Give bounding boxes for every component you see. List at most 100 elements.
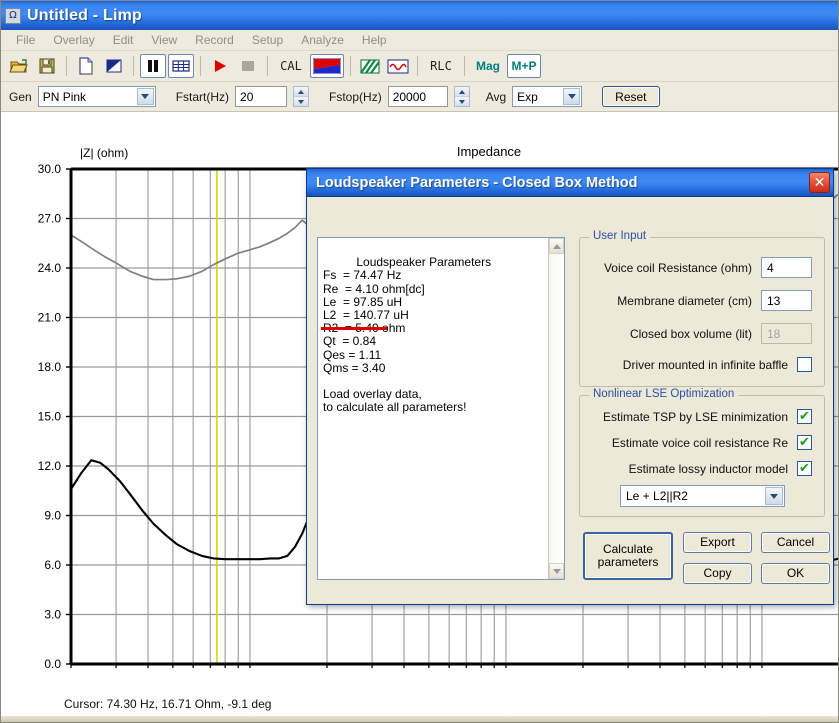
- table-icon[interactable]: [168, 54, 194, 78]
- svg-text:6.0: 6.0: [44, 558, 61, 572]
- mag-button[interactable]: Mag: [471, 54, 505, 78]
- toolbar-separator: [200, 56, 201, 76]
- voice-coil-resistance-input[interactable]: 4: [761, 257, 812, 278]
- checkmark-icon: ✔: [799, 462, 810, 475]
- toolbar-separator: [133, 56, 134, 76]
- ok-button[interactable]: OK: [761, 563, 830, 584]
- fstart-label: Fstart(Hz): [176, 90, 229, 104]
- menu-item-file[interactable]: File: [7, 31, 44, 49]
- voice-coil-resistance-value: 4: [767, 261, 774, 275]
- closed-box-volume-label: Closed box volume (lit): [630, 327, 752, 341]
- calculate-parameters-button[interactable]: Calculate parameters: [583, 532, 673, 580]
- toolbar-separator: [350, 56, 351, 76]
- estimate-re-checkbox[interactable]: ✔: [797, 435, 812, 450]
- export-button[interactable]: Export: [683, 532, 752, 553]
- status-bar: Cursor: 74.30 Hz, 16.71 Ohm, -9.1 deg: [2, 692, 839, 716]
- svg-text:0.0: 0.0: [44, 657, 61, 668]
- inductor-model-value: Le + L2||R2: [626, 489, 688, 503]
- fstart-value: 20: [240, 90, 253, 104]
- rlc-label: RLC: [430, 59, 452, 73]
- avg-label: Avg: [486, 90, 506, 104]
- stepper-up-icon[interactable]: [294, 87, 308, 97]
- pause-icon[interactable]: [140, 54, 166, 78]
- scroll-down-icon[interactable]: [549, 563, 564, 579]
- open-icon[interactable]: [6, 54, 32, 78]
- sine-wave-icon[interactable]: [385, 54, 411, 78]
- fstart-input[interactable]: 20: [235, 86, 287, 107]
- play-icon[interactable]: [207, 54, 233, 78]
- qt-highlight-underline: [321, 327, 387, 330]
- estimate-re-row: Estimate voice coil resistance Re ✔: [612, 435, 812, 450]
- checkmark-icon: ✔: [799, 436, 810, 449]
- svg-text:24.0: 24.0: [38, 261, 62, 275]
- close-icon[interactable]: ✕: [809, 172, 830, 193]
- fstop-stepper[interactable]: [454, 86, 470, 107]
- results-listbox[interactable]: Loudspeaker Parameters Fs = 74.47 Hz Re …: [317, 237, 565, 580]
- red-blue-gradient-icon[interactable]: [310, 54, 344, 78]
- fstop-input[interactable]: 20000: [388, 86, 448, 107]
- cursor-readout: Cursor: 74.30 Hz, 16.71 Ohm, -9.1 deg: [64, 697, 271, 711]
- user-input-legend: User Input: [589, 230, 650, 242]
- title-bar: Ω Untitled - Limp: [1, 1, 839, 30]
- copy-label: Copy: [703, 567, 731, 580]
- results-text-content: Loudspeaker Parameters Fs = 74.47 Hz Re …: [323, 255, 491, 414]
- membrane-diameter-value: 13: [767, 294, 780, 308]
- stop-icon[interactable]: [235, 54, 261, 78]
- cal-label: CAL: [280, 59, 302, 73]
- estimate-tsp-row: Estimate TSP by LSE minimization ✔: [603, 409, 812, 424]
- membrane-diameter-input[interactable]: 13: [761, 290, 812, 311]
- estimate-inductor-row: Estimate lossy inductor model ✔: [629, 461, 812, 476]
- infinite-baffle-checkbox[interactable]: [797, 357, 812, 372]
- results-scrollbar[interactable]: [548, 238, 564, 579]
- save-icon[interactable]: [34, 54, 60, 78]
- menu-item-setup[interactable]: Setup: [243, 31, 292, 49]
- omega-icon[interactable]: Ω: [5, 8, 21, 24]
- svg-text:30.0: 30.0: [38, 162, 62, 176]
- inductor-model-select[interactable]: Le + L2||R2: [620, 485, 785, 507]
- menu-item-view[interactable]: View: [142, 31, 186, 49]
- cancel-button[interactable]: Cancel: [761, 532, 830, 553]
- green-hatch-icon[interactable]: [357, 54, 383, 78]
- toolbar: CAL RLC Mag: [1, 51, 839, 82]
- infinite-baffle-row: Driver mounted in infinite baffle: [623, 357, 812, 372]
- toolbar-separator: [66, 56, 67, 76]
- generator-controls-bar: Gen PN Pink Fstart(Hz) 20 Fstop(Hz) 2000…: [1, 82, 839, 112]
- stepper-down-icon[interactable]: [455, 97, 469, 106]
- toolbar-separator: [267, 56, 268, 76]
- avg-value: Exp: [517, 90, 538, 104]
- menu-item-record[interactable]: Record: [186, 31, 243, 49]
- rlc-button[interactable]: RLC: [424, 54, 458, 78]
- stepper-up-icon[interactable]: [455, 87, 469, 97]
- scroll-up-icon[interactable]: [549, 238, 564, 254]
- svg-text:27.0: 27.0: [38, 212, 62, 226]
- svg-text:12.0: 12.0: [38, 459, 62, 473]
- mag-phase-label: M+P: [511, 59, 536, 73]
- fstart-stepper[interactable]: [293, 86, 309, 107]
- avg-select[interactable]: Exp: [512, 86, 582, 107]
- toolbar-separator: [417, 56, 418, 76]
- svg-text:Impedance: Impedance: [457, 144, 521, 159]
- new-document-icon[interactable]: [73, 54, 99, 78]
- cal-button[interactable]: CAL: [274, 54, 308, 78]
- stepper-down-icon[interactable]: [294, 97, 308, 106]
- menu-item-edit[interactable]: Edit: [104, 31, 143, 49]
- ok-label: OK: [787, 567, 804, 580]
- chevron-down-icon[interactable]: [563, 88, 580, 105]
- copy-button[interactable]: Copy: [683, 563, 752, 584]
- export-label: Export: [700, 536, 735, 549]
- generator-value: PN Pink: [43, 90, 86, 104]
- reset-button[interactable]: Reset: [602, 86, 659, 107]
- menu-item-help[interactable]: Help: [353, 31, 396, 49]
- closed-box-volume-input[interactable]: 18: [761, 323, 812, 344]
- menu-item-analyze[interactable]: Analyze: [292, 31, 353, 49]
- chevron-down-icon[interactable]: [137, 88, 154, 105]
- mag-phase-button[interactable]: M+P: [507, 54, 541, 78]
- cancel-label: Cancel: [777, 536, 814, 549]
- estimate-inductor-checkbox[interactable]: ✔: [797, 461, 812, 476]
- loudspeaker-parameters-dialog: Loudspeaker Parameters - Closed Box Meth…: [306, 168, 834, 605]
- color-swatch-icon[interactable]: [101, 54, 127, 78]
- menu-item-overlay[interactable]: Overlay: [44, 31, 103, 49]
- generator-select[interactable]: PN Pink: [38, 86, 156, 107]
- estimate-tsp-checkbox[interactable]: ✔: [797, 409, 812, 424]
- chevron-down-icon[interactable]: [765, 487, 783, 505]
